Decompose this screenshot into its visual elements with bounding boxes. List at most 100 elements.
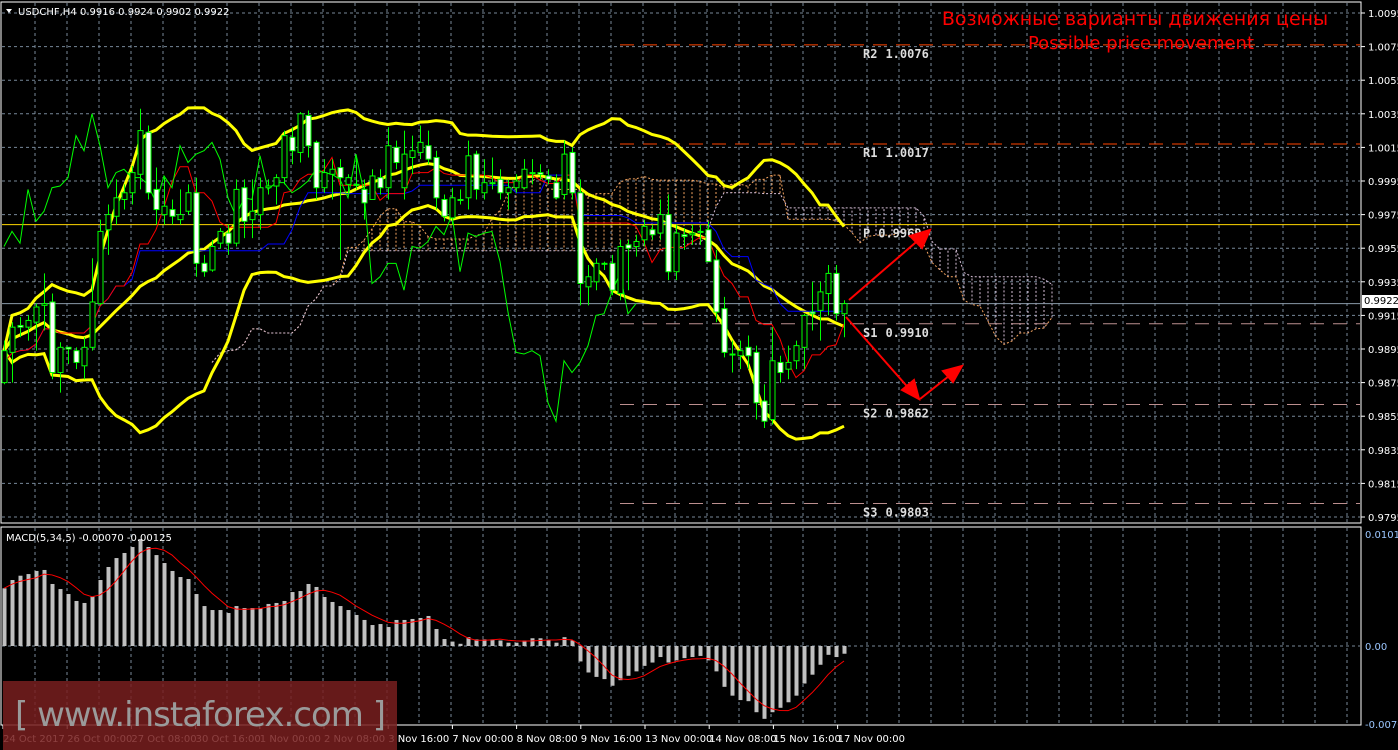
macd-bar <box>826 646 831 655</box>
candle[interactable] <box>177 189 184 225</box>
candle[interactable] <box>489 157 496 190</box>
candle[interactable] <box>313 140 320 200</box>
candle[interactable] <box>25 315 32 341</box>
time-label: 3 Nov 16:00 <box>388 734 449 745</box>
level-name: P <box>863 227 870 241</box>
candle[interactable] <box>569 147 576 200</box>
candle[interactable] <box>369 169 376 200</box>
candle[interactable] <box>785 345 792 380</box>
candle-body-bull <box>489 182 496 185</box>
candle[interactable] <box>81 337 88 380</box>
candle[interactable] <box>593 258 600 291</box>
candle[interactable] <box>201 254 208 277</box>
candle[interactable] <box>497 169 504 200</box>
candle[interactable] <box>153 167 160 225</box>
candle[interactable] <box>617 239 624 301</box>
candle[interactable] <box>473 150 480 200</box>
candle[interactable] <box>809 281 816 331</box>
time-label: 9 Nov 16:00 <box>581 734 642 745</box>
candle-body-bear <box>721 308 728 353</box>
macd-bar <box>378 624 383 646</box>
macd-bar <box>442 639 447 646</box>
candle[interactable] <box>89 258 96 351</box>
level-label-s1: S1 0.9910 <box>863 326 929 340</box>
collapse-triangle-icon[interactable] <box>6 9 12 13</box>
candle[interactable] <box>265 179 272 195</box>
candle[interactable] <box>65 346 72 365</box>
candle[interactable] <box>465 140 472 210</box>
candle[interactable] <box>641 219 648 247</box>
candle-body-bull <box>521 168 528 189</box>
candle[interactable] <box>49 293 56 380</box>
candle-body-bear <box>17 324 24 328</box>
candle-body-bear <box>577 192 584 284</box>
candle[interactable] <box>9 322 16 383</box>
candle[interactable] <box>337 159 344 260</box>
candle[interactable] <box>649 224 656 240</box>
candle[interactable] <box>761 384 768 428</box>
candle[interactable] <box>169 199 176 225</box>
macd-bar <box>626 646 631 676</box>
candle[interactable] <box>521 159 528 190</box>
candle[interactable] <box>665 194 672 281</box>
level-label-r1: R1 1.0017 <box>863 146 929 160</box>
candle[interactable] <box>241 179 248 239</box>
macd-bar <box>682 646 687 659</box>
candle[interactable] <box>633 234 640 257</box>
candle[interactable] <box>185 184 192 215</box>
time-label: 13 Nov 00:00 <box>645 734 712 745</box>
candle[interactable] <box>585 265 592 306</box>
candle[interactable] <box>673 224 680 281</box>
candle[interactable] <box>825 265 832 316</box>
price-tick-label: 0.9935 <box>1368 278 1398 289</box>
candle[interactable] <box>113 179 120 225</box>
candle[interactable] <box>97 219 104 306</box>
candle[interactable] <box>289 127 296 165</box>
candle[interactable] <box>57 342 64 393</box>
candle[interactable] <box>601 261 608 271</box>
candle[interactable] <box>721 296 728 358</box>
candle[interactable] <box>393 140 400 170</box>
candle[interactable] <box>801 313 808 370</box>
candle[interactable] <box>273 174 280 205</box>
macd-bar <box>2 588 7 646</box>
candle[interactable] <box>193 177 200 277</box>
candle[interactable] <box>713 249 720 323</box>
candle-body-bull <box>33 306 40 323</box>
macd-bar <box>594 646 599 677</box>
candle[interactable] <box>385 127 392 200</box>
price-chart[interactable]: R2 1.0076R1 1.0017P 0.9969S1 0.9910S2 0.9862S… <box>0 0 1398 750</box>
candle[interactable] <box>833 265 840 321</box>
candle[interactable] <box>425 130 432 165</box>
candle[interactable] <box>561 140 568 200</box>
candle[interactable] <box>689 224 696 245</box>
candle[interactable] <box>657 199 664 240</box>
candle-body-bull <box>217 230 224 244</box>
candle[interactable] <box>777 355 784 383</box>
candle[interactable] <box>625 239 632 291</box>
level-value: 1.0017 <box>885 146 928 160</box>
candle-body-bear <box>225 232 232 244</box>
macd-bar <box>58 589 63 646</box>
macd-bar <box>210 610 215 646</box>
candle[interactable] <box>505 179 512 210</box>
candle[interactable] <box>297 112 304 163</box>
candle[interactable] <box>281 130 288 185</box>
candle[interactable] <box>433 150 440 210</box>
candle[interactable] <box>377 169 384 195</box>
candle[interactable] <box>457 189 464 205</box>
macd-bar <box>698 646 703 656</box>
candle-body-bear <box>649 229 656 236</box>
candle[interactable] <box>145 125 152 200</box>
candle[interactable] <box>609 254 616 296</box>
candle[interactable] <box>105 204 112 255</box>
candle[interactable] <box>217 228 224 249</box>
candle[interactable] <box>321 159 328 193</box>
candle[interactable] <box>233 179 240 247</box>
macd-bar <box>650 646 655 663</box>
candle-body-bull <box>457 198 464 201</box>
candle[interactable] <box>305 110 312 158</box>
candle[interactable] <box>793 340 800 370</box>
candle[interactable] <box>753 345 760 420</box>
candle[interactable] <box>73 347 80 370</box>
